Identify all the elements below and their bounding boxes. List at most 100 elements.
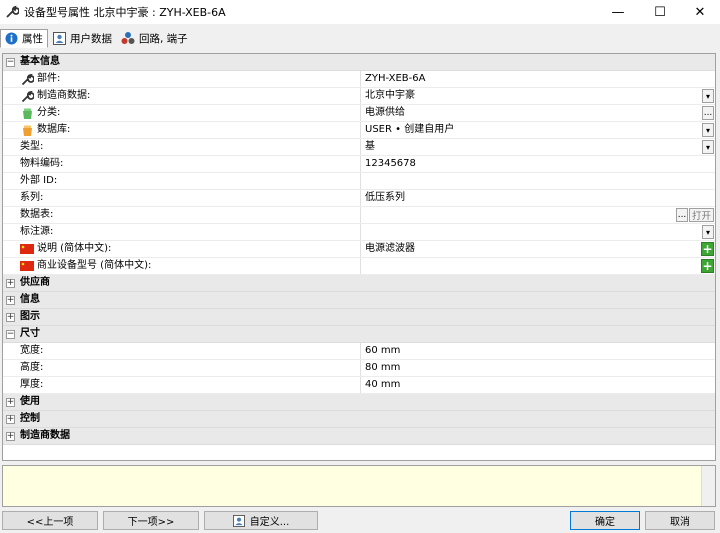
expand-toggle[interactable]: + xyxy=(6,431,15,441)
property-label: 说明 (简体中文): xyxy=(37,243,112,254)
expand-toggle[interactable]: + xyxy=(6,414,15,424)
info-icon xyxy=(4,31,18,45)
previous-button[interactable]: <<上一项 xyxy=(2,511,98,530)
user-data-icon xyxy=(233,514,246,527)
group-title: 供应商 xyxy=(20,277,50,288)
maximize-button[interactable]: ☐ xyxy=(640,0,680,24)
tab-strip: 属性 用户数据 回路, 端子 xyxy=(0,28,193,48)
collapse-toggle[interactable]: − xyxy=(6,57,15,67)
property-value[interactable]: 低压系列 xyxy=(360,190,715,206)
dropdown-button[interactable]: ▾ xyxy=(702,225,714,239)
minimize-button[interactable]: — xyxy=(598,0,638,24)
tab-label: 用户数据 xyxy=(70,32,112,45)
property-label: 数据表: xyxy=(20,209,54,220)
open-button[interactable]: 打开 xyxy=(689,208,714,222)
category-icon xyxy=(20,106,34,120)
property-value[interactable] xyxy=(360,224,715,240)
group-basic-info[interactable]: − 基本信息 xyxy=(3,54,715,71)
property-row-manufacturer[interactable]: 制造商数据: 北京中宇豪 ▾ xyxy=(3,88,715,105)
group-info[interactable]: + 信息 xyxy=(3,292,715,309)
property-label: 宽度: xyxy=(20,345,44,356)
collapse-toggle[interactable]: − xyxy=(6,329,15,339)
property-row-depth[interactable]: 厚度: 40 mm xyxy=(3,377,715,394)
property-label: 物料编码: xyxy=(20,158,64,169)
expand-toggle[interactable]: + xyxy=(6,312,15,322)
expand-toggle[interactable]: + xyxy=(6,295,15,305)
cancel-button[interactable]: 取消 xyxy=(645,511,715,530)
property-value[interactable]: 60 mm xyxy=(360,343,715,359)
dropdown-button[interactable]: ▾ xyxy=(702,123,714,137)
group-title: 基本信息 xyxy=(20,56,60,67)
flag-cn-icon xyxy=(20,242,34,256)
property-value[interactable]: 基 xyxy=(360,139,715,155)
user-data-icon xyxy=(52,31,66,45)
property-value[interactable]: 电源供给 xyxy=(360,105,715,121)
close-button[interactable]: ✕ xyxy=(680,0,720,24)
title-bar: 设备型号属性 北京中宇豪 : ZYH-XEB-6A — ☐ ✕ xyxy=(0,0,720,24)
group-dimensions[interactable]: − 尺寸 xyxy=(3,326,715,343)
property-label: 制造商数据: xyxy=(37,90,91,101)
tab-label: 回路, 端子 xyxy=(139,32,188,45)
property-row-part[interactable]: 部件: ZYH-XEB-6A xyxy=(3,71,715,88)
browse-button[interactable]: ... xyxy=(676,208,688,222)
group-control[interactable]: + 控制 xyxy=(3,411,715,428)
property-value[interactable]: 40 mm xyxy=(360,377,715,393)
property-label: 外部 ID: xyxy=(20,175,58,186)
dropdown-button[interactable]: ▾ xyxy=(702,140,714,154)
dropdown-button[interactable]: ▾ xyxy=(702,89,714,103)
group-title: 制造商数据 xyxy=(20,430,70,441)
description-panel xyxy=(2,465,716,507)
property-label: 部件: xyxy=(37,73,61,84)
group-usage[interactable]: + 使用 xyxy=(3,394,715,411)
property-value[interactable]: USER • 创建自用户 xyxy=(360,122,715,138)
property-label: 分类: xyxy=(37,107,61,118)
wrench-icon xyxy=(20,89,34,103)
group-graphics[interactable]: + 图示 xyxy=(3,309,715,326)
customize-button[interactable]: 自定义... xyxy=(204,511,318,530)
expand-toggle[interactable]: + xyxy=(6,278,15,288)
scrollbar[interactable] xyxy=(701,466,715,506)
circuit-icon xyxy=(121,31,135,45)
property-row-width[interactable]: 宽度: 60 mm xyxy=(3,343,715,360)
next-button[interactable]: 下一项>> xyxy=(103,511,199,530)
window-title: 设备型号属性 北京中宇豪 : ZYH-XEB-6A xyxy=(24,6,226,19)
property-label: 厚度: xyxy=(20,379,44,390)
property-row-external-id[interactable]: 外部 ID: xyxy=(3,173,715,190)
property-value[interactable] xyxy=(360,258,715,274)
property-row-database[interactable]: 数据库: USER • 创建自用户 ▾ xyxy=(3,122,715,139)
property-row-label-source[interactable]: 标注源: ▾ xyxy=(3,224,715,241)
property-value[interactable]: ZYH-XEB-6A xyxy=(360,71,715,87)
property-value[interactable] xyxy=(360,173,715,189)
group-manufacturer-data[interactable]: + 制造商数据 xyxy=(3,428,715,445)
property-row-commercial-model[interactable]: 商业设备型号 (简体中文): + xyxy=(3,258,715,275)
property-value[interactable]: 北京中宇豪 xyxy=(360,88,715,104)
property-value[interactable]: 12345678 xyxy=(360,156,715,172)
flag-cn-icon xyxy=(20,259,34,273)
property-row-series[interactable]: 系列: 低压系列 xyxy=(3,190,715,207)
property-value[interactable]: 电源滤波器 xyxy=(360,241,715,257)
group-title: 使用 xyxy=(20,396,40,407)
tab-circuits-terminals[interactable]: 回路, 端子 xyxy=(117,29,193,48)
browse-button[interactable]: ... xyxy=(702,106,714,120)
group-title: 信息 xyxy=(20,294,40,305)
property-label: 类型: xyxy=(20,141,44,152)
customize-label: 自定义... xyxy=(249,517,290,528)
group-supplier[interactable]: + 供应商 xyxy=(3,275,715,292)
property-row-description[interactable]: 说明 (简体中文): 电源滤波器 + xyxy=(3,241,715,258)
property-row-category[interactable]: 分类: 电源供给 ... xyxy=(3,105,715,122)
property-value[interactable] xyxy=(360,207,715,223)
property-row-height[interactable]: 高度: 80 mm xyxy=(3,360,715,377)
add-language-button[interactable]: + xyxy=(701,242,714,256)
group-title: 尺寸 xyxy=(20,328,40,339)
property-label: 高度: xyxy=(20,362,44,373)
add-language-button[interactable]: + xyxy=(701,259,714,273)
expand-toggle[interactable]: + xyxy=(6,397,15,407)
property-value[interactable]: 80 mm xyxy=(360,360,715,376)
tab-properties[interactable]: 属性 xyxy=(0,28,48,48)
group-title: 控制 xyxy=(20,413,40,424)
property-row-material-code[interactable]: 物料编码: 12345678 xyxy=(3,156,715,173)
property-row-datasheet[interactable]: 数据表: ... 打开 xyxy=(3,207,715,224)
property-row-type[interactable]: 类型: 基 ▾ xyxy=(3,139,715,156)
tab-user-data[interactable]: 用户数据 xyxy=(48,29,117,48)
ok-button[interactable]: 确定 xyxy=(570,511,640,530)
